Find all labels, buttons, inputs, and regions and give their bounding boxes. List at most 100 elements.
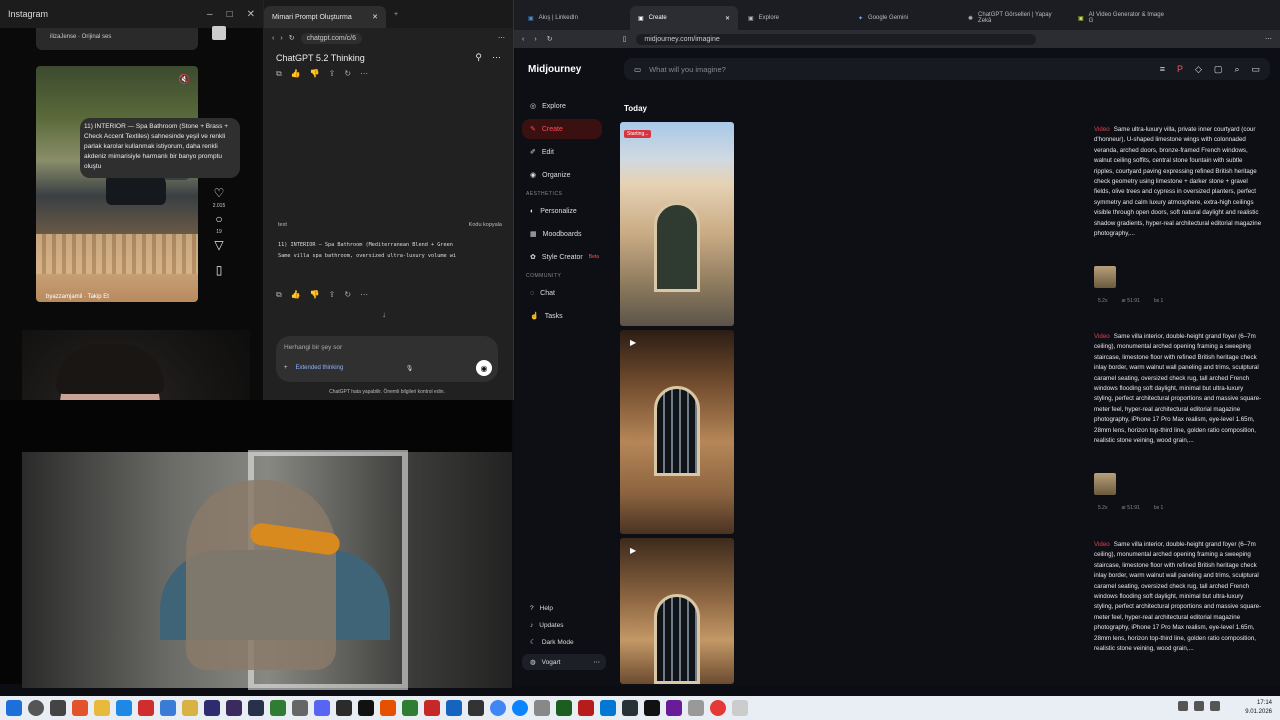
prompt-input[interactable]: What will you imagine? (649, 65, 726, 74)
sidebar-item-updates[interactable]: ♪ Updates (522, 617, 606, 633)
sidebar-item-chat[interactable]: ◌ Chat (522, 283, 602, 303)
chatgpt-tab[interactable]: Mimari Prompt Oluşturma ✕ (264, 6, 386, 28)
url-field[interactable]: chatgpt.com/c/6 (300, 32, 362, 44)
clock[interactable]: 17:14 9.01.2026 (1245, 699, 1272, 717)
thumbs-up-icon[interactable]: 👍 (291, 69, 301, 79)
image-tile[interactable]: ▶ (620, 538, 734, 684)
windows-start-icon[interactable] (6, 700, 22, 716)
app-icon[interactable] (468, 700, 484, 716)
sidebar-item-dark-mode[interactable]: ☾ Dark Mode (522, 634, 606, 650)
tab-ai-video[interactable]: ▣ AI Video Generator & Image G (1070, 6, 1178, 30)
acrobat-icon[interactable] (138, 700, 154, 716)
aftereffects-icon[interactable] (248, 700, 264, 716)
maximize-icon[interactable]: □ (227, 9, 233, 20)
bookmark-icon[interactable]: ▯ (216, 263, 223, 277)
heart-icon[interactable]: ♡ (214, 186, 225, 200)
share-icon[interactable]: ⇪ (329, 69, 336, 79)
app-icon[interactable] (666, 700, 682, 716)
image-tile[interactable]: ▶ (620, 330, 734, 534)
sidebar-item-create[interactable]: ✎ Create (522, 119, 602, 139)
app-icon[interactable] (336, 700, 352, 716)
app-icon[interactable] (358, 700, 374, 716)
sidebar-item-organize[interactable]: ◉ Organize (522, 165, 602, 185)
app-icon[interactable] (556, 700, 572, 716)
video-player[interactable] (0, 400, 512, 690)
extensions-icon[interactable]: ⋯ (498, 34, 505, 42)
app-icon[interactable] (732, 700, 748, 716)
share-icon[interactable]: ⇪ (329, 290, 336, 300)
personalize-icon[interactable]: P (1177, 64, 1183, 75)
thumbs-down-icon[interactable]: 👎 (310, 69, 320, 79)
regenerate-icon[interactable]: ↻ (344, 290, 351, 300)
reference-thumbnail[interactable] (1094, 473, 1116, 495)
minimize-icon[interactable]: – (207, 9, 213, 20)
app-icon[interactable] (402, 700, 418, 716)
app-icon[interactable] (534, 700, 550, 716)
app-icon[interactable] (688, 700, 704, 716)
app-icon[interactable] (380, 700, 396, 716)
copy-code-button[interactable]: Kodu kopyala (469, 222, 502, 228)
sidebar-item-explore[interactable]: ◎ Explore (522, 96, 602, 116)
copy-icon[interactable]: ⧉ (276, 290, 282, 300)
diamond-icon[interactable]: ◇ (1195, 64, 1202, 75)
reference-thumbnail[interactable] (1094, 266, 1116, 288)
forward-icon[interactable]: › (534, 36, 536, 43)
user-menu[interactable]: ◍ Vogart ⋯ (522, 654, 606, 670)
search-icon[interactable] (28, 700, 44, 716)
settings-icon[interactable]: ≡ (1160, 64, 1165, 75)
chat-icon[interactable]: ▢ (1214, 64, 1223, 75)
search-icon[interactable]: ⌕ (1234, 64, 1239, 75)
url-field[interactable]: midjourney.com/imagine (636, 33, 1037, 45)
sidebar-item-tasks[interactable]: ☝ Tasks (522, 306, 602, 326)
app-icon[interactable] (644, 700, 660, 716)
tab-close-icon[interactable]: ✕ (372, 13, 378, 21)
store-icon[interactable] (116, 700, 132, 716)
tab-explore[interactable]: ▣ Explore (740, 6, 848, 30)
app-icon[interactable] (622, 700, 638, 716)
volume-icon[interactable] (1194, 701, 1204, 711)
edge-icon[interactable] (512, 700, 528, 716)
thumbs-up-icon[interactable]: 👍 (291, 290, 301, 300)
task-view-icon[interactable] (50, 700, 66, 716)
brave-icon[interactable] (72, 700, 88, 716)
app-icon[interactable] (446, 700, 462, 716)
image-icon[interactable]: ▭ (634, 65, 641, 74)
vscode-icon[interactable] (600, 700, 616, 716)
sidebar-item-edit[interactable]: ✐ Edit (522, 142, 602, 162)
mic-icon[interactable]: 🎙 (406, 365, 414, 372)
brand-logo[interactable]: Midjourney (528, 64, 581, 75)
network-icon[interactable] (1178, 701, 1188, 711)
scroll-down-icon[interactable]: ↓ (382, 310, 386, 319)
reload-icon[interactable]: ↻ (547, 35, 553, 43)
prompt-text[interactable]: Video Same villa interior, double-height … (1094, 540, 1262, 654)
back-icon[interactable]: ‹ (272, 35, 274, 42)
tab-chatgpt-images[interactable]: ✺ ChatGPT Görselleri | Yapay Zekâ (960, 6, 1068, 30)
tab-create[interactable]: ▣ Create ✕ (630, 6, 738, 30)
bookmark-icon[interactable]: ▯ (623, 35, 627, 43)
copy-icon[interactable]: ⧉ (276, 69, 282, 79)
discord-icon[interactable] (314, 700, 330, 716)
mute-icon[interactable]: 🔇 (179, 74, 190, 85)
tab-close-icon[interactable]: ✕ (725, 15, 730, 22)
app-icon[interactable] (292, 700, 308, 716)
reel-video[interactable]: 🔇 byazzamjamil · Takip Et (36, 66, 198, 302)
app-icon[interactable] (578, 700, 594, 716)
premiere-icon[interactable] (226, 700, 242, 716)
photoshop-icon[interactable] (204, 700, 220, 716)
more-icon[interactable]: ⋯ (360, 69, 368, 79)
sidebar-item-help[interactable]: ? Help (522, 600, 606, 616)
sidebar-item-style-creator[interactable]: ✿ Style Creator Beta (522, 247, 602, 267)
extended-thinking-toggle[interactable]: Extended thinking (296, 365, 344, 371)
more-icon[interactable]: ⋯ (492, 52, 501, 63)
forward-icon[interactable]: › (280, 35, 282, 42)
more-icon[interactable]: ⋯ (594, 658, 601, 666)
voice-mode-button[interactable]: ◉ (476, 360, 492, 376)
comment-icon[interactable]: ○ (215, 212, 222, 226)
chrome-icon[interactable] (490, 700, 506, 716)
tab-gemini[interactable]: ✦ Google Gemini (850, 6, 958, 30)
plus-icon[interactable]: + (284, 365, 288, 371)
app-icon[interactable] (160, 700, 176, 716)
add-user-icon[interactable]: ⚲ (475, 52, 482, 63)
image-tile[interactable]: Starting... (620, 122, 734, 326)
regenerate-icon[interactable]: ↻ (344, 69, 351, 79)
